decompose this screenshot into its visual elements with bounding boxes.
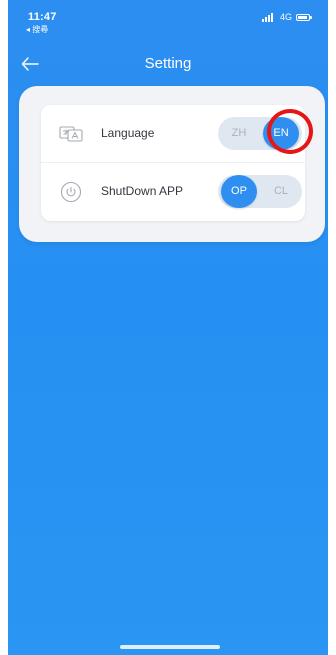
page-title: Setting [144,55,192,72]
language-toggle[interactable]: ZH EN EN [218,117,302,150]
status-time: 11:47 [28,11,57,23]
translate-icon [59,122,83,146]
battery-icon [296,13,312,21]
network-type: 4G [279,12,292,22]
language-option-zh[interactable]: ZH [218,117,260,150]
language-row: Language ZH EN EN [41,105,305,163]
settings-list: Language ZH EN EN ShutDown APP [41,105,305,221]
signal-icon [261,12,273,22]
status-indicators: 4G [261,12,312,22]
language-toggle-knob[interactable]: EN [263,117,299,150]
shutdown-toggle[interactable]: OP CL OP [218,175,302,208]
shutdown-option-cl[interactable]: CL [260,175,302,208]
settings-card: Language ZH EN EN ShutDown APP [19,86,325,242]
home-indicator[interactable] [120,645,220,649]
app-screen: 11:47 ◂ 搜尋 4G Setting Language ZH EN Shu… [8,0,328,655]
power-icon [59,180,83,204]
shutdown-toggle-knob[interactable]: OP [221,175,257,208]
shutdown-row: ShutDown APP OP CL OP [41,163,305,221]
status-back-to-app[interactable]: ◂ 搜尋 [26,24,48,35]
language-label: Language [101,126,155,140]
shutdown-label: ShutDown APP [101,184,184,198]
status-bar: 11:47 ◂ 搜尋 4G [8,0,328,40]
